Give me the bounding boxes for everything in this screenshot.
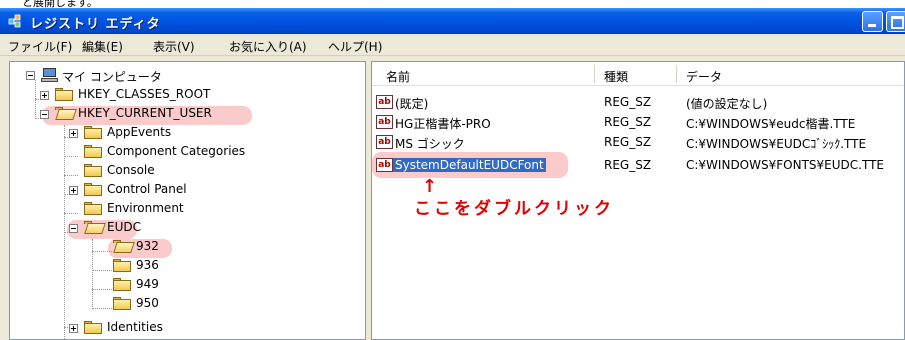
tree-item-949[interactable]: 949 (10, 276, 310, 294)
expand-toggle[interactable] (40, 91, 49, 100)
folder-icon (84, 321, 102, 334)
value-name: (既定) (395, 97, 429, 111)
open-folder-icon (84, 221, 106, 234)
value-type: REG_SZ (604, 115, 652, 129)
column-header-name[interactable]: 名前 (386, 68, 410, 85)
expand-toggle[interactable] (69, 186, 78, 195)
window-title: レジストリ エディタ (30, 17, 161, 32)
tree-item-label: マイ コンピュータ (62, 70, 162, 84)
value-type: REG_SZ (604, 95, 652, 109)
open-folder-icon (55, 107, 77, 120)
menu-edit[interactable]: 編集(E) (82, 38, 123, 55)
value-data: C:¥WINDOWS¥eudc楷書.TTE (686, 117, 856, 131)
list-header: 名前 種類 データ (372, 62, 904, 86)
string-value-icon: ab (376, 135, 393, 149)
table-row[interactable]: ab MS ゴシック REG_SZ C:¥WINDOWS¥EUDCｺﾞｼｯｸ.T… (372, 133, 904, 152)
tree-item-932[interactable]: 932 (10, 238, 310, 256)
column-divider[interactable] (676, 65, 677, 83)
column-divider[interactable] (594, 65, 595, 83)
open-folder-icon (113, 240, 135, 253)
menu-help[interactable]: ヘルプ(H) (328, 38, 382, 55)
menu-file[interactable]: ファイル(F) (8, 38, 72, 55)
tree-item-appevents[interactable]: AppEvents (10, 124, 310, 142)
expand-toggle[interactable] (69, 324, 78, 333)
title-bar: レジストリ エディタ (0, 8, 905, 34)
tree-item-label: 936 (136, 258, 159, 272)
value-data: C:¥WINDOWS¥EUDCｺﾞｼｯｸ.TTE (686, 137, 867, 151)
collapse-toggle[interactable] (40, 110, 49, 119)
folder-icon (84, 145, 102, 158)
string-value-icon: ab (376, 95, 393, 109)
column-header-data[interactable]: データ (686, 68, 722, 85)
tree-item-environment[interactable]: Environment (10, 200, 310, 218)
column-header-type[interactable]: 種類 (604, 68, 628, 85)
string-value-icon: ab (376, 115, 393, 129)
tree-item-label: 950 (136, 296, 159, 310)
maximize-button[interactable] (886, 11, 905, 32)
table-row-selected[interactable]: ab SystemDefaultEUDCFont REG_SZ C:¥WINDO… (372, 156, 904, 175)
value-name: MS ゴシック (395, 137, 465, 151)
table-row[interactable]: ab (既定) REG_SZ (値の設定なし) (372, 93, 904, 112)
regedit-icon (8, 14, 21, 28)
tree-item-identities[interactable]: Identities (10, 319, 310, 337)
value-name: SystemDefaultEUDCFont (393, 158, 546, 172)
folder-icon (84, 202, 102, 215)
tree-item-label: 949 (136, 277, 159, 291)
expand-toggle[interactable] (69, 129, 78, 138)
tree-item-eudc[interactable]: EUDC (10, 219, 310, 237)
value-type: REG_SZ (604, 135, 652, 149)
folder-icon (113, 259, 131, 272)
tree-item-classes-root[interactable]: HKEY_CLASSES_ROOT (10, 86, 310, 104)
tree-item-label: Identities (107, 320, 163, 334)
tree-item-label: Control Panel (107, 182, 187, 196)
annotation-label: ここをダブルクリック (414, 199, 614, 219)
collapse-toggle[interactable] (26, 71, 35, 80)
tree-pane[interactable]: マイ コンピュータ HKEY_CLASSES_ROOT HKEY_CURRENT… (9, 61, 366, 340)
string-value-icon: ab (376, 158, 393, 172)
tree-item-label: AppEvents (107, 125, 172, 139)
folder-icon (84, 183, 102, 196)
tree-item-component-categories[interactable]: Component Categories (10, 143, 310, 161)
value-name: HG正楷書体-PRO (395, 117, 491, 131)
tree-item-950[interactable]: 950 (10, 295, 310, 313)
tree-item-console[interactable]: Console (10, 162, 310, 180)
table-row[interactable]: ab HG正楷書体-PRO REG_SZ C:¥WINDOWS¥eudc楷書.T… (372, 113, 904, 132)
tree-item-936[interactable]: 936 (10, 257, 310, 275)
folder-icon (55, 88, 73, 101)
menu-favorites[interactable]: お気に入り(A) (229, 38, 307, 55)
tree-item-label: HKEY_CLASSES_ROOT (78, 87, 211, 101)
tree-item-label: Console (107, 163, 155, 177)
folder-icon (84, 126, 102, 139)
value-type: REG_SZ (604, 158, 652, 172)
minimize-button[interactable] (862, 11, 883, 32)
menu-view[interactable]: 表示(V) (153, 38, 195, 55)
caption-fragment: と展開します。 (0, 0, 905, 8)
collapse-toggle[interactable] (69, 224, 78, 233)
value-data: (値の設定なし) (686, 97, 768, 111)
folder-icon (113, 297, 131, 310)
tree-item-label: HKEY_CURRENT_USER (78, 106, 212, 120)
folder-icon (84, 164, 102, 177)
tree-item-label: 932 (136, 239, 159, 253)
computer-icon (41, 68, 58, 82)
tree-item-control-panel[interactable]: Control Panel (10, 181, 310, 199)
folder-icon (113, 278, 131, 291)
value-data: C:¥WINDOWS¥FONTS¥EUDC.TTE (686, 158, 884, 172)
tree-item-label: Component Categories (107, 144, 246, 158)
tree-item-my-computer[interactable]: マイ コンピュータ (10, 67, 310, 85)
tree-item-label: EUDC (107, 220, 141, 234)
tree-item-current-user[interactable]: HKEY_CURRENT_USER (10, 105, 310, 123)
tree-item-label: Environment (107, 201, 184, 215)
menu-bar: ファイル(F) 編集(E) 表示(V) お気に入り(A) ヘルプ(H) (0, 34, 905, 56)
